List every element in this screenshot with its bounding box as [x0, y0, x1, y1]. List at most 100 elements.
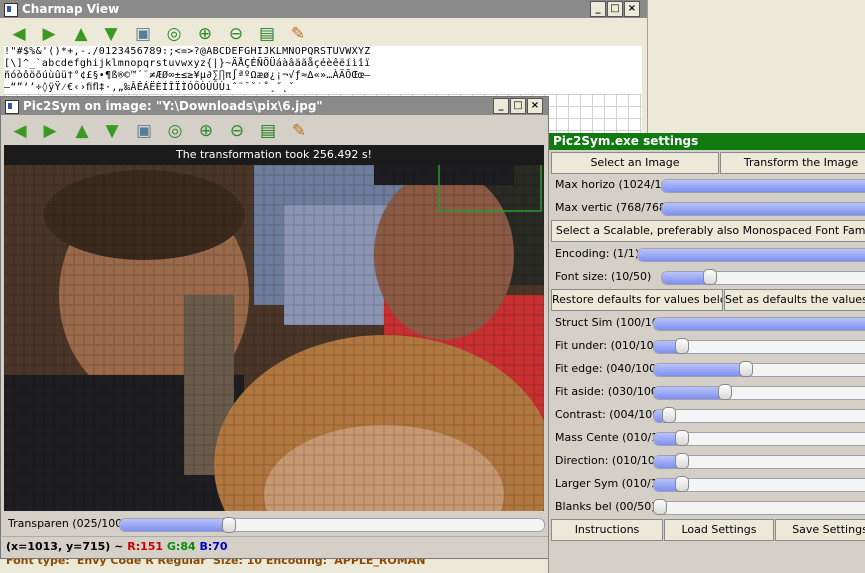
slider-knob[interactable] — [653, 499, 667, 515]
transparency-row: Transparen (025/100) — [4, 515, 545, 533]
transparency-fill — [120, 519, 226, 531]
aspect-slider-label: Fit aside: (030/100) — [555, 385, 663, 398]
slider-knob[interactable] — [674, 430, 689, 446]
slider-fill — [662, 272, 706, 284]
minimize-button[interactable]: _ — [590, 1, 606, 17]
aspect-slider-label: Fit under: (010/100) — [555, 339, 665, 352]
broom-icon[interactable]: ✎ — [287, 24, 309, 44]
pic2sym-window: Pic2Sym on image: "Y:\Downloads\pix\6.jp… — [0, 96, 551, 559]
blue-value: B:70 — [199, 540, 228, 553]
pic-toolbar: ◀ ▶ ▲ ▼ ▣ ◎ ⊕ ⊖ ▤ ✎ — [1, 117, 548, 143]
close-button[interactable]: × — [527, 98, 543, 114]
charmap-row: [\]^_`abcdefghijklmnopqrstuvwxyz{|}~ÄÅÇÉ… — [4, 58, 371, 69]
settings-title: Pic2Sym.exe settings — [549, 133, 865, 150]
charmap-row: !"#$%&'()*+,-./0123456789:;<=>?@ABCDEFGH… — [4, 46, 371, 57]
aspect-slider-row: Fit aside: (030/100) — [549, 381, 865, 403]
aspect-slider-row: Struct Sim (100/100) — [549, 312, 865, 334]
slider-fill — [638, 249, 865, 261]
encoding-slider[interactable] — [637, 248, 865, 262]
slider-knob[interactable] — [674, 476, 689, 492]
aspect-slider[interactable] — [653, 386, 865, 400]
save-icon[interactable]: ▤ — [256, 24, 278, 44]
slider-fill — [662, 180, 865, 192]
zoom-in-icon[interactable]: ⊕ — [195, 121, 217, 141]
close-button[interactable]: × — [624, 1, 640, 17]
transparency-label: Transparen (025/100) — [8, 517, 127, 530]
app-icon — [5, 100, 19, 114]
red-value: R:151 — [127, 540, 164, 553]
transparency-slider[interactable] — [119, 518, 545, 532]
font-size-row: Font size: (10/50) — [549, 266, 865, 288]
aspect-slider[interactable] — [653, 501, 865, 515]
aspect-slider[interactable] — [653, 363, 865, 377]
transparency-knob[interactable] — [222, 517, 236, 533]
image-icon[interactable]: ▣ — [133, 121, 155, 141]
arrow-down-icon[interactable]: ▼ — [100, 24, 122, 44]
max-vertical-slider[interactable] — [661, 202, 865, 216]
settings-panel: Pic2Sym.exe settings Select an Image Tra… — [548, 133, 865, 573]
aspect-slider-label: Blanks bel (00/50) — [555, 500, 656, 513]
zoom-out-icon[interactable]: ⊖ — [226, 121, 248, 141]
encoding-row: Encoding: (1/1) — [549, 243, 865, 265]
pic-titlebar[interactable]: Pic2Sym on image: "Y:\Downloads\pix\6.jp… — [1, 97, 548, 115]
arrow-right-icon[interactable]: ▶ — [39, 121, 61, 141]
aspect-slider-row: Fit under: (010/100) — [549, 335, 865, 357]
zoom-in-icon[interactable]: ⊕ — [194, 24, 216, 44]
transformed-image[interactable]: The transformation took 256.492 s! — [4, 145, 544, 511]
save-icon[interactable]: ▤ — [257, 121, 279, 141]
charmap-grid[interactable]: !"#$%&'()*+,-./0123456789:;<=>?@ABCDEFGH… — [4, 46, 642, 94]
max-vertical-label: Max vertic (768/768) — [555, 201, 671, 214]
aspect-slider-row: Fit edge: (040/100) — [549, 358, 865, 380]
aspect-slider-row: Mass Cente (010/100) — [549, 427, 865, 449]
select-font-button[interactable]: Select a Scalable, preferably also Monos… — [551, 220, 865, 242]
arrow-left-icon[interactable]: ◀ — [9, 121, 31, 141]
max-horizontal-slider[interactable] — [661, 179, 865, 193]
arrow-up-icon[interactable]: ▲ — [70, 24, 92, 44]
transform-image-button[interactable]: Transform the Image — [720, 152, 865, 174]
arrow-left-icon[interactable]: ◀ — [8, 24, 30, 44]
aspect-slider-row: Larger Sym (010/100) — [549, 473, 865, 495]
zoom-fit-icon[interactable]: ◎ — [164, 121, 186, 141]
slider-fill — [662, 203, 865, 215]
slider-fill — [654, 341, 677, 353]
charmap-row: ñóòôöõúùûü†°¢£§•¶ß®©™´¨≠ÆØ∞±≤≥¥µ∂∑∏π∫ªºΩ… — [4, 70, 371, 81]
arrow-up-icon[interactable]: ▲ — [71, 121, 93, 141]
select-image-button[interactable]: Select an Image — [551, 152, 719, 174]
minimize-button[interactable]: _ — [493, 98, 509, 114]
load-settings-button[interactable]: Load Settings — [664, 519, 774, 541]
max-vertical-row: Max vertic (768/768) — [549, 197, 865, 219]
slider-fill — [654, 364, 746, 376]
maximize-button[interactable]: □ — [607, 1, 623, 17]
aspect-slider[interactable] — [653, 317, 865, 331]
zoom-fit-icon[interactable]: ◎ — [163, 24, 185, 44]
green-value: G:84 — [166, 540, 196, 553]
broom-icon[interactable]: ✎ — [288, 121, 310, 141]
maximize-button[interactable]: □ — [510, 98, 526, 114]
slider-fill — [654, 318, 865, 330]
zoom-out-icon[interactable]: ⊖ — [225, 24, 247, 44]
arrow-right-icon[interactable]: ▶ — [38, 24, 60, 44]
slider-fill — [654, 387, 723, 399]
slider-fill — [654, 479, 677, 491]
image-icon[interactable]: ▣ — [132, 24, 154, 44]
transformation-time-message: The transformation took 256.492 s! — [4, 145, 544, 165]
slider-knob[interactable] — [717, 384, 732, 400]
slider-knob[interactable] — [661, 407, 676, 423]
slider-knob[interactable] — [674, 338, 689, 354]
font-size-knob[interactable] — [702, 269, 717, 285]
slider-knob[interactable] — [674, 453, 689, 469]
charmap-titlebar[interactable]: Charmap View _ □ × — [0, 0, 647, 18]
aspect-slider[interactable] — [653, 409, 865, 423]
font-size-slider[interactable] — [661, 271, 865, 285]
slider-knob[interactable] — [739, 361, 754, 377]
pic-title: Pic2Sym on image: "Y:\Downloads\pix\6.jp… — [23, 99, 323, 113]
coordinates: (x=1013, y=715) ~ — [6, 540, 128, 553]
aspect-slider-row: Contrast: (004/100) — [549, 404, 865, 426]
restore-defaults-button[interactable]: Restore defaults for values below — [551, 289, 723, 311]
arrow-down-icon[interactable]: ▼ — [101, 121, 123, 141]
app-icon — [4, 3, 18, 17]
instructions-button[interactable]: Instructions — [551, 519, 663, 541]
aspect-slider-label: Fit edge: (040/100) — [555, 362, 661, 375]
set-defaults-button[interactable]: Set as defaults the values below — [724, 289, 865, 311]
save-settings-button[interactable]: Save Settings — [775, 519, 865, 541]
